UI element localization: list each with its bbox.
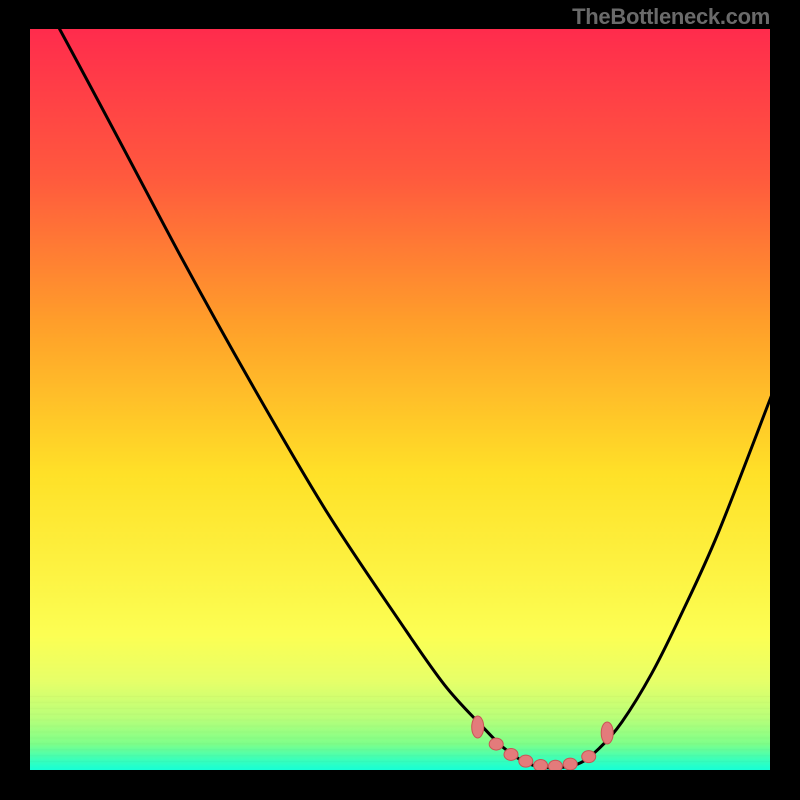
plot-area bbox=[30, 29, 770, 770]
gradient-background bbox=[30, 29, 770, 770]
watermark-label: TheBottleneck.com bbox=[572, 4, 770, 30]
chart-frame: TheBottleneck.com bbox=[0, 0, 800, 800]
